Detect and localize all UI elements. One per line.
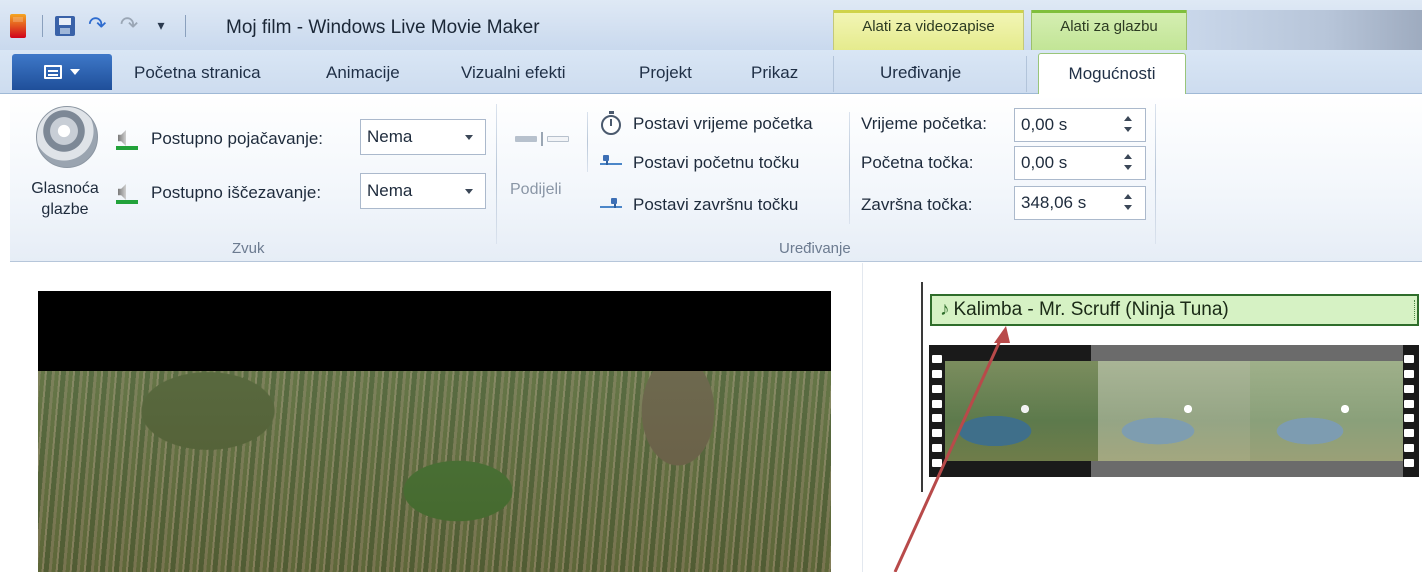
set-start-point-button[interactable]: Postavi početnu točku xyxy=(633,153,799,173)
undo-icon: ↶ xyxy=(87,13,107,38)
set-end-point-button[interactable]: Postavi završnu točku xyxy=(633,195,798,215)
tab-visual-effects[interactable]: Vizualni efekti xyxy=(461,63,566,83)
undo-button[interactable]: ↶ xyxy=(85,13,109,38)
qat-separator-2 xyxy=(185,15,186,37)
start-point-icon xyxy=(600,150,622,172)
save-button[interactable] xyxy=(53,14,77,38)
music-volume-button-label[interactable]: Glasnoća glazbe xyxy=(23,178,107,220)
window-title: Moj film - Windows Live Movie Maker xyxy=(226,17,540,38)
fade-out-icon xyxy=(116,182,138,204)
preview-frame-image xyxy=(38,371,831,572)
spin-up-icon[interactable] xyxy=(1124,154,1132,159)
end-point-spinner[interactable]: 348,06 s xyxy=(1014,186,1146,220)
start-time-label: Vrijeme početka: xyxy=(861,114,987,133)
group-label-sound: Zvuk xyxy=(232,240,265,257)
chevron-down-icon xyxy=(70,69,80,75)
tab-options[interactable]: Mogućnosti xyxy=(1038,53,1186,95)
end-point-label: Završna točka: xyxy=(861,195,973,214)
music-clip-end-handle[interactable] xyxy=(1414,300,1415,320)
redo-button[interactable]: ↷ xyxy=(117,14,141,38)
split-button-label[interactable]: Podijeli xyxy=(510,181,562,199)
tab-divider xyxy=(1026,56,1027,92)
spin-down-icon[interactable] xyxy=(1124,127,1132,132)
movie-maker-icon xyxy=(10,14,26,38)
commands-separator xyxy=(849,112,850,224)
spin-down-icon[interactable] xyxy=(1124,165,1132,170)
group-separator xyxy=(1155,104,1156,244)
film-sprockets-left xyxy=(932,355,944,467)
fade-out-label: Postupno iščezavanje: xyxy=(151,183,322,202)
spin-up-icon[interactable] xyxy=(1124,116,1132,121)
fade-out-value: Nema xyxy=(367,181,413,200)
chevron-down-icon: ▾ xyxy=(157,18,165,34)
tab-divider xyxy=(833,56,834,92)
start-point-label: Početna točka: xyxy=(861,153,974,172)
file-menu-button[interactable] xyxy=(12,54,112,90)
chevron-down-icon xyxy=(465,189,473,194)
video-preview[interactable] xyxy=(38,291,831,572)
thumbnail-frame xyxy=(1097,361,1251,461)
chevron-down-icon xyxy=(465,135,473,140)
start-point-spinner[interactable]: 0,00 s xyxy=(1014,146,1146,180)
film-sprockets-right xyxy=(1404,355,1416,467)
tab-edit[interactable]: Uređivanje xyxy=(880,63,961,83)
start-time-spinner[interactable]: 0,00 s xyxy=(1014,108,1146,142)
fade-in-icon xyxy=(116,128,138,150)
context-tab-video-tools: Alati za videozapise xyxy=(833,10,1024,50)
filmstrip-frames xyxy=(945,361,1404,461)
thumbnail-frame xyxy=(1250,361,1404,461)
app-menu-icon[interactable] xyxy=(6,14,30,38)
group-label-editing: Uređivanje xyxy=(779,240,851,257)
save-icon xyxy=(55,16,75,36)
music-clip-title: Kalimba - Mr. Scruff (Ninja Tuna) xyxy=(953,299,1229,320)
music-note-icon: ♪ xyxy=(940,299,950,320)
split-separator xyxy=(587,112,588,172)
fade-in-value: Nema xyxy=(367,127,413,146)
playhead-indicator[interactable] xyxy=(921,282,923,492)
start-point-value: 0,00 s xyxy=(1021,153,1068,172)
context-tab-music-tools: Alati za glazbu xyxy=(1031,10,1187,50)
end-point-icon xyxy=(600,193,622,215)
qat-customize-button[interactable]: ▾ xyxy=(149,14,173,38)
end-point-value: 348,06 s xyxy=(1021,193,1087,212)
tab-project[interactable]: Projekt xyxy=(639,63,692,83)
tab-home[interactable]: Početna stranica xyxy=(134,63,261,83)
title-bar-background xyxy=(1187,10,1422,50)
tab-view[interactable]: Prikaz xyxy=(751,63,798,83)
set-start-time-button[interactable]: Postavi vrijeme početka xyxy=(633,114,813,134)
video-clip-filmstrip[interactable] xyxy=(929,345,1419,477)
thumbnail-frame xyxy=(945,361,1098,461)
start-time-value: 0,00 s xyxy=(1021,115,1068,134)
filmstrip-selection-band xyxy=(1091,461,1403,477)
group-separator xyxy=(496,104,497,244)
quick-access-toolbar: ↶ ↷ ▾ xyxy=(6,11,196,41)
music-volume-speaker-icon[interactable] xyxy=(36,106,98,168)
pane-splitter[interactable] xyxy=(862,263,863,572)
tab-animations[interactable]: Animacije xyxy=(326,63,400,83)
fade-in-dropdown[interactable]: Nema xyxy=(360,119,486,155)
qat-separator xyxy=(42,15,43,37)
split-icon[interactable] xyxy=(515,132,571,146)
stopwatch-icon xyxy=(600,111,622,136)
fade-out-dropdown[interactable]: Nema xyxy=(360,173,486,209)
spin-down-icon[interactable] xyxy=(1124,205,1132,210)
redo-icon: ↷ xyxy=(119,13,139,38)
filmstrip-selection-band xyxy=(1091,345,1403,361)
music-clip[interactable]: ♪ Kalimba - Mr. Scruff (Ninja Tuna) xyxy=(930,294,1419,326)
fade-in-label: Postupno pojačavanje: xyxy=(151,129,324,148)
menu-icon xyxy=(44,65,62,79)
spin-up-icon[interactable] xyxy=(1124,194,1132,199)
